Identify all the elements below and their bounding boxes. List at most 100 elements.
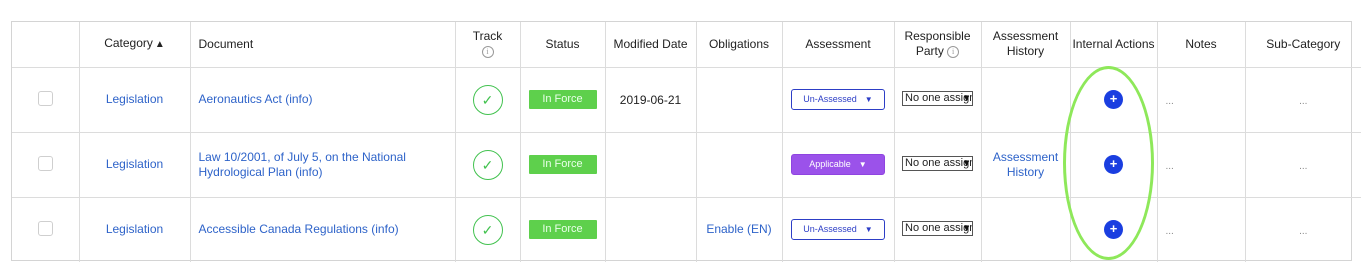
add-internal-action-button[interactable]: + [1104, 90, 1123, 109]
header-document-label: Document [198, 36, 254, 51]
select-cell [12, 132, 80, 197]
sub-category-cell: ... [1245, 67, 1361, 132]
header-track: Track i [455, 22, 521, 67]
internal-actions-cell: + [1070, 197, 1158, 262]
assessment-value: Un-Assessed [803, 224, 857, 235]
row-checkbox[interactable] [37, 220, 53, 236]
track-cell: ✓ [455, 197, 521, 262]
documents-table-frame: Category ▲ Document Track i Status Modifie… [11, 21, 1361, 262]
header-category-label: Category [104, 36, 153, 51]
modified-date-cell [605, 132, 697, 197]
modified-date: 2019-06-21 [619, 92, 682, 107]
notes-cell: ... [1157, 132, 1246, 197]
track-check-icon[interactable]: ✓ [472, 149, 503, 180]
sub-category-value[interactable]: ... [1299, 96, 1307, 107]
document-cell: Accessible Canada Regulations (info) [190, 197, 456, 262]
header-obligations-label: Obligations [708, 36, 770, 51]
select-arrow-icon: ▼ [962, 222, 971, 233]
sub-category-cell: ... [1245, 132, 1361, 197]
category-link[interactable]: Legislation [106, 92, 163, 106]
sort-ascending-icon: ▲ [154, 39, 165, 51]
caret-down-icon: ▼ [864, 95, 873, 104]
track-check-icon[interactable]: ✓ [472, 214, 503, 245]
internal-actions-cell: + [1070, 132, 1158, 197]
select-cell [12, 67, 80, 132]
notes-value[interactable]: ... [1166, 226, 1174, 237]
track-cell: ✓ [455, 67, 521, 132]
category-cell: Legislation [79, 132, 191, 197]
track-check-icon[interactable]: ✓ [472, 84, 503, 115]
add-internal-action-button[interactable]: + [1104, 155, 1123, 174]
table-row: Legislation Accessible Canada Regulation… [12, 197, 1361, 262]
obligations-link[interactable]: Enable (EN) [706, 222, 771, 236]
info-icon[interactable]: i [481, 46, 494, 59]
track-cell: ✓ [455, 132, 521, 197]
assessment-dropdown[interactable]: Un-Assessed ▼ [791, 89, 885, 110]
row-checkbox[interactable] [37, 90, 53, 106]
add-internal-action-button[interactable]: + [1104, 220, 1123, 240]
header-assessment: Assessment [782, 22, 895, 67]
header-modified-date-label: Modified Date [613, 36, 688, 51]
header-obligations: Obligations [696, 22, 783, 67]
modified-date-cell [605, 197, 697, 262]
status-badge: In Force [528, 155, 597, 174]
header-notes-label: Notes [1185, 36, 1217, 51]
documents-table: Category ▲ Document Track i Status Modifie… [12, 22, 1361, 262]
sub-category-value[interactable]: ... [1299, 226, 1307, 237]
table-header-row: Category ▲ Document Track i Status Modifie… [12, 22, 1361, 67]
notes-cell: ... [1157, 197, 1246, 262]
header-status-label: Status [545, 36, 580, 51]
document-link[interactable]: Aeronautics Act (info) [199, 92, 313, 106]
header-internal-actions-label: Internal Actions [1072, 36, 1155, 51]
header-select [12, 22, 80, 67]
responsible-party-select[interactable]: No one assigned▼ [902, 90, 973, 106]
category-link[interactable]: Legislation [106, 222, 163, 236]
responsible-party-select[interactable]: No one assigned▼ [902, 155, 973, 171]
assessment-value: Applicable [809, 159, 851, 169]
header-assessment-history-label: Assessment History [992, 29, 1059, 59]
responsible-party-cell: No one assigned▼ [894, 132, 982, 197]
document-link[interactable]: Law 10/2001, of July 5, on the National … [199, 150, 419, 180]
header-responsible-party-label: Responsible Party [904, 29, 971, 59]
status-badge: In Force [528, 90, 597, 109]
row-checkbox[interactable] [37, 155, 53, 171]
assessment-dropdown[interactable]: Un-Assessed ▼ [791, 219, 885, 241]
header-assessment-history: Assessment History [981, 22, 1071, 67]
category-cell: Legislation [79, 67, 191, 132]
assessment-history-cell [981, 197, 1071, 262]
status-cell: In Force [520, 67, 606, 132]
status-cell: In Force [520, 197, 606, 262]
assessment-dropdown[interactable]: Applicable ▼ [791, 154, 885, 175]
internal-actions-cell: + [1070, 67, 1158, 132]
category-link[interactable]: Legislation [106, 157, 163, 171]
status-cell: In Force [520, 132, 606, 197]
header-notes: Notes [1157, 22, 1246, 67]
document-link[interactable]: Accessible Canada Regulations (info) [199, 222, 399, 236]
notes-cell: ... [1157, 67, 1246, 132]
responsible-party-cell: No one assigned▼ [894, 197, 982, 262]
assessment-cell: Un-Assessed ▼ [782, 67, 895, 132]
header-document: Document [190, 22, 456, 67]
assessment-value: Un-Assessed [803, 94, 857, 104]
notes-value[interactable]: ... [1166, 96, 1174, 107]
assessment-history-link[interactable]: Assessment History [991, 150, 1061, 180]
responsible-party-select[interactable]: No one assigned▼ [902, 220, 973, 236]
assessment-history-cell [981, 67, 1071, 132]
obligations-cell [696, 132, 783, 197]
header-assessment-label: Assessment [805, 36, 871, 51]
header-track-label: Track [472, 29, 503, 44]
header-status: Status [520, 22, 606, 67]
document-cell: Law 10/2001, of July 5, on the National … [190, 132, 456, 197]
info-icon[interactable]: i [947, 46, 960, 59]
header-category[interactable]: Category ▲ [79, 22, 191, 67]
notes-value[interactable]: ... [1166, 161, 1174, 172]
caret-down-icon: ▼ [864, 225, 873, 235]
assessment-cell: Un-Assessed ▼ [782, 197, 895, 262]
modified-date-cell: 2019-06-21 [605, 67, 697, 132]
select-arrow-icon: ▼ [962, 157, 971, 168]
select-arrow-icon: ▼ [962, 92, 971, 103]
sub-category-value[interactable]: ... [1299, 161, 1307, 172]
caret-down-icon: ▼ [858, 160, 867, 169]
table-row: Legislation Aeronautics Act (info) ✓ In … [12, 67, 1361, 132]
category-cell: Legislation [79, 197, 191, 262]
